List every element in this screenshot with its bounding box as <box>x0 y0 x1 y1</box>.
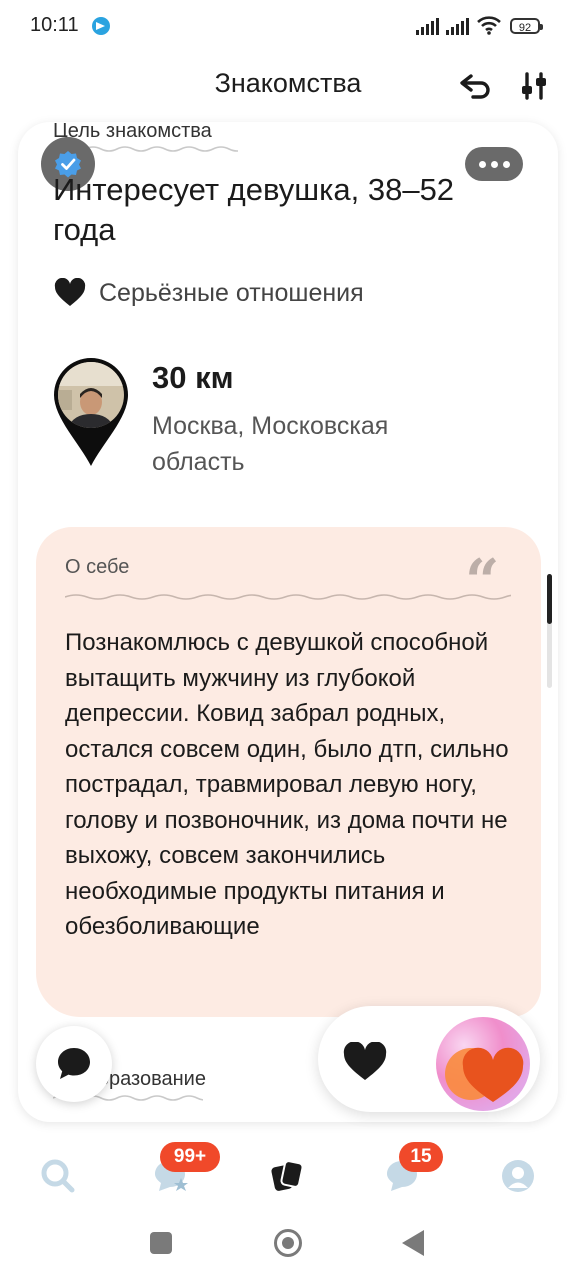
messages-badge: 15 <box>399 1142 443 1172</box>
about-text: Познакомлюсь с девушкой способной вытащи… <box>65 629 509 940</box>
about-divider <box>65 594 511 600</box>
like-button[interactable] <box>342 1042 388 1082</box>
undo-button[interactable] <box>458 68 494 104</box>
profile-icon <box>502 1160 534 1192</box>
nav-profile[interactable] <box>498 1156 538 1196</box>
telegram-icon <box>92 17 110 35</box>
search-icon <box>41 1159 75 1193</box>
distance-text: 30 км <box>152 360 234 395</box>
quote-icon: “ <box>465 552 500 592</box>
relationship-row: Серьёзные отношения <box>53 278 364 308</box>
wifi-icon <box>477 16 501 35</box>
chat-icon <box>58 1048 90 1079</box>
filters-button[interactable] <box>516 68 552 104</box>
more-options-button[interactable] <box>465 147 523 181</box>
chat-button[interactable] <box>36 1026 112 1102</box>
filters-icon <box>522 72 546 100</box>
likes-badge: 99+ <box>160 1142 220 1172</box>
super-like-button[interactable] <box>435 1016 531 1112</box>
back-button[interactable] <box>402 1230 424 1256</box>
location-pin-avatar <box>54 358 128 466</box>
undo-icon <box>460 74 490 99</box>
about-label: О себе <box>65 556 130 578</box>
scrollbar-thumb[interactable] <box>547 574 552 624</box>
signal-icon <box>416 18 439 35</box>
city-text: Москва, Московская область <box>152 412 389 476</box>
status-time: 10:11 <box>30 14 79 36</box>
recent-apps-button[interactable] <box>150 1232 172 1254</box>
battery-indicator: 92 <box>510 18 543 34</box>
home-button[interactable] <box>274 1229 302 1257</box>
interest-text: Интересует девушка, 38–52 года <box>53 172 455 247</box>
cards-icon <box>271 1160 304 1191</box>
relationship-text: Серьёзные отношения <box>99 278 364 307</box>
nav-search[interactable] <box>38 1156 78 1196</box>
signal-icon-2 <box>446 18 469 35</box>
heart-icon <box>54 278 86 306</box>
nav-cards[interactable] <box>268 1156 308 1196</box>
